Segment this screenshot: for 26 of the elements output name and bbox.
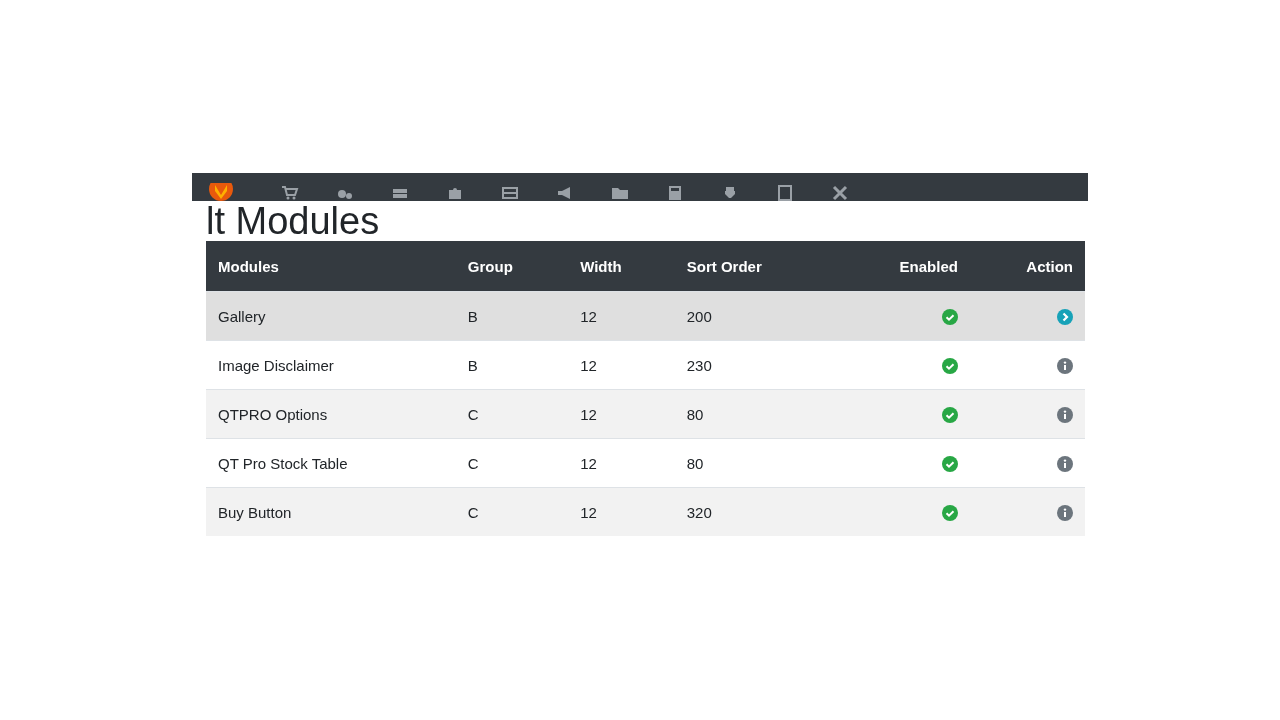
table-cell: 80 bbox=[674, 389, 836, 439]
flame-logo-icon[interactable] bbox=[206, 183, 236, 201]
page-title: lt Modules bbox=[206, 201, 381, 241]
table-cell: 320 bbox=[674, 487, 836, 536]
column-header: Action bbox=[969, 241, 1085, 292]
table-cell: 200 bbox=[674, 291, 836, 341]
column-header: Sort Order bbox=[674, 241, 836, 292]
info-icon[interactable] bbox=[1057, 358, 1073, 374]
table-cell: 12 bbox=[568, 487, 675, 536]
table-cell: 12 bbox=[568, 291, 675, 341]
info-icon[interactable] bbox=[1057, 456, 1073, 472]
table-cell: C bbox=[455, 487, 569, 536]
column-header: Modules bbox=[206, 241, 456, 292]
table-cell: Buy Button bbox=[206, 487, 456, 536]
table-cell: QTPRO Options bbox=[206, 389, 456, 439]
cart-icon[interactable] bbox=[279, 183, 301, 201]
table-cell: 12 bbox=[568, 389, 675, 439]
table-cell: Gallery bbox=[206, 291, 456, 341]
table-cell: B bbox=[455, 291, 569, 341]
info-icon[interactable] bbox=[1057, 505, 1073, 521]
info-icon[interactable] bbox=[1057, 407, 1073, 423]
chevron-circle-icon[interactable] bbox=[1057, 309, 1073, 325]
column-header: Width bbox=[568, 241, 675, 292]
column-header: Group bbox=[455, 241, 569, 292]
column-header: Enabled bbox=[835, 241, 970, 292]
table-cell: C bbox=[455, 389, 569, 439]
